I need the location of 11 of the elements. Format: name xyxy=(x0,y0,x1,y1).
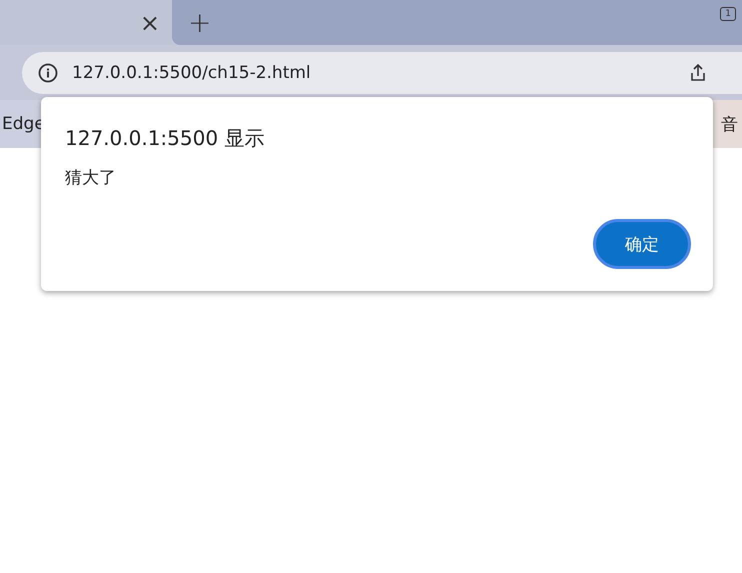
close-tab-button[interactable]: × xyxy=(136,8,164,36)
tab-count-button[interactable]: 1 xyxy=(720,6,736,20)
dialog-title: 127.0.0.1:5500 显示 xyxy=(65,125,266,152)
info-icon[interactable] xyxy=(38,62,58,82)
address-bar[interactable]: 127.0.0.1:5500/ch15-2.html xyxy=(22,52,742,94)
ok-button[interactable]: 确定 xyxy=(593,219,691,269)
new-tab-button[interactable]: + xyxy=(188,6,212,39)
url-text: 127.0.0.1:5500/ch15-2.html xyxy=(72,62,311,82)
dialog-message: 猜大了 xyxy=(65,167,117,189)
favorites-item[interactable]: 音 xyxy=(719,112,742,136)
share-icon[interactable] xyxy=(688,62,708,82)
